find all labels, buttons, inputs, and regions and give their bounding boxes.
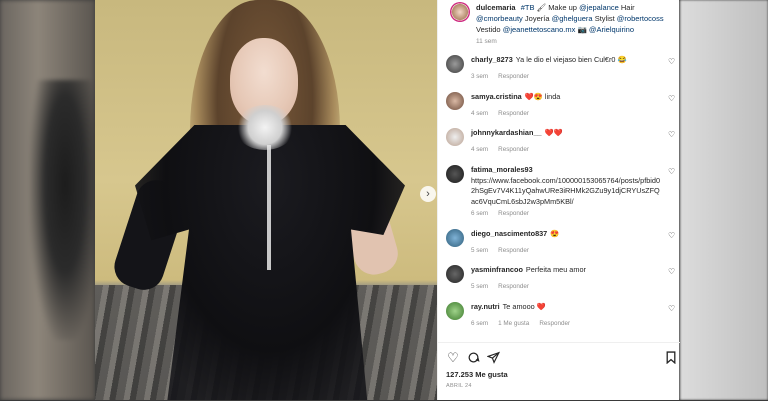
comment-meta: 4 sem Responder xyxy=(471,110,539,117)
caption-time: 11 sem xyxy=(476,38,497,45)
comment-username[interactable]: ray.nutri xyxy=(471,302,500,311)
mention-link[interactable]: @jeanettetoscano.mx xyxy=(503,25,576,34)
comment-username[interactable]: fatima_morales93 xyxy=(471,165,533,174)
comment-body: charly_8273 Ya le dio el viejaso bien Cul… xyxy=(471,55,661,66)
avatar[interactable] xyxy=(446,165,464,183)
backdrop-right xyxy=(680,0,768,400)
likes-count[interactable]: 127.253 Me gusta xyxy=(446,370,508,379)
list-item: johnnykardashian__ ❤️❤️ 4 sem Responder ♡ xyxy=(446,128,676,162)
comment-icon[interactable] xyxy=(466,351,480,365)
comment-text: linda xyxy=(544,92,561,101)
list-item: yasminfrancoo Perfeita meu amor 5 sem Resp… xyxy=(446,265,676,299)
caption-username[interactable]: dulcemaria xyxy=(476,3,516,12)
comment-body: diego_nascimento837 😍 xyxy=(471,229,661,240)
reply-button[interactable]: Responder xyxy=(498,146,529,153)
comment-meta: 4 sem Responder xyxy=(471,146,539,153)
comment-meta: 6 sem 1 Me gusta Responder xyxy=(471,320,580,327)
comment-time: 5 sem xyxy=(471,283,489,290)
comment-username[interactable]: charly_8273 xyxy=(471,55,513,64)
avatar[interactable] xyxy=(446,265,464,283)
hashtag-link[interactable]: #TB xyxy=(521,3,535,12)
emoji: ❤️ xyxy=(536,302,546,311)
comment-body: ray.nutri Te amooo ❤️ xyxy=(471,302,661,313)
emoji: 😍 xyxy=(550,229,560,238)
comment-time: 6 sem xyxy=(471,320,489,327)
reply-button[interactable]: Responder xyxy=(498,110,529,117)
emoji: ❤️❤️ xyxy=(544,128,563,137)
comment-body: fatima_morales93 https://www.facebook.com… xyxy=(471,165,661,207)
avatar[interactable] xyxy=(446,302,464,320)
comment-time: 4 sem xyxy=(471,146,489,153)
post-sidebar: dulcemaria #TB 🖌 Make up @jepalance Hair… xyxy=(437,0,680,401)
comment-time: 3 sem xyxy=(471,73,489,80)
caption-label: Stylist xyxy=(594,14,615,23)
share-icon[interactable] xyxy=(485,351,500,365)
camera-icon: 📷 xyxy=(577,25,587,34)
list-item: fatima_morales93 https://www.facebook.com… xyxy=(446,165,676,223)
avatar[interactable] xyxy=(446,128,464,146)
caption-label: Vestido xyxy=(476,25,501,34)
heart-icon[interactable]: ♡ xyxy=(668,231,675,240)
comment-meta: 5 sem Responder xyxy=(471,283,539,290)
post-date: ABRIL 24 xyxy=(446,383,472,389)
mention-link[interactable]: @ghelguera xyxy=(552,14,593,23)
comment-username[interactable]: diego_nascimento837 xyxy=(471,229,547,238)
comment-meta: 5 sem Responder xyxy=(471,247,539,254)
list-item: samya.cristina ❤️😍 linda 4 sem Responder ♡ xyxy=(446,92,676,126)
avatar[interactable] xyxy=(446,55,464,73)
necklace xyxy=(235,105,295,150)
comment-time: 4 sem xyxy=(471,110,489,117)
mention-link[interactable]: @cmorbeauty xyxy=(476,14,523,23)
mention-link[interactable]: @Arielquirino xyxy=(589,25,634,34)
comment-text: Perfeita meu amor xyxy=(525,265,586,274)
caption-label: Make up xyxy=(548,3,577,12)
heart-icon[interactable]: ♡ xyxy=(668,130,675,139)
comment-username[interactable]: johnnykardashian__ xyxy=(471,128,542,137)
comment-text: Ya le dio el viejaso bien Cul€r0 😂 xyxy=(515,55,627,64)
heart-icon[interactable]: ♡ xyxy=(668,57,675,66)
comment-body: johnnykardashian__ ❤️❤️ xyxy=(471,128,661,139)
heart-icon[interactable]: ♡ xyxy=(446,351,460,365)
comment-time: 5 sem xyxy=(471,247,489,254)
emoji: ❤️😍 xyxy=(524,92,543,101)
heart-icon[interactable]: ♡ xyxy=(668,304,675,313)
avatar[interactable] xyxy=(446,229,464,247)
heart-icon[interactable]: ♡ xyxy=(668,167,675,176)
comment-time: 6 sem xyxy=(471,210,489,217)
avatar[interactable] xyxy=(446,92,464,110)
caption-text: dulcemaria #TB 🖌 Make up @jepalance Hair… xyxy=(476,2,676,35)
comment-meta: 3 sem Responder xyxy=(471,73,539,80)
necklace-chain xyxy=(267,145,271,270)
mention-link[interactable]: @jepalance xyxy=(579,3,619,12)
list-item: ray.nutri Te amooo ❤️ 6 sem 1 Me gusta Resp… xyxy=(446,302,676,336)
backdrop-left xyxy=(0,0,100,400)
post-photo[interactable]: › xyxy=(95,0,437,400)
comment-likes[interactable]: 1 Me gusta xyxy=(498,320,529,327)
heart-icon[interactable]: ♡ xyxy=(668,267,675,276)
comment-username[interactable]: samya.cristina xyxy=(471,92,522,101)
instagram-post: › dulcemaria #TB 🖌 Make up @jepalance Ha… xyxy=(95,0,680,401)
mention-link[interactable]: @robertocoss xyxy=(617,14,664,23)
avatar[interactable] xyxy=(450,2,470,22)
reply-button[interactable]: Responder xyxy=(498,210,529,217)
comment-meta: 6 sem Responder xyxy=(471,210,539,217)
list-item: charly_8273 Ya le dio el viejaso bien Cul… xyxy=(446,55,676,89)
caption-label: Joyería xyxy=(524,14,550,23)
list-item: diego_nascimento837 😍 5 sem Responder ♡ xyxy=(446,229,676,263)
comment-text[interactable]: https://www.facebook.com/100000153065764… xyxy=(471,176,660,206)
brush-icon: 🖌 xyxy=(536,3,547,12)
action-bar: ♡ 127.253 Me gusta ABRIL 24 xyxy=(438,342,680,401)
bookmark-icon[interactable] xyxy=(664,351,678,365)
comment-body: samya.cristina ❤️😍 linda xyxy=(471,92,661,103)
chevron-right-icon[interactable]: › xyxy=(420,186,436,202)
reply-button[interactable]: Responder xyxy=(498,247,529,254)
caption-label: Hair xyxy=(620,3,635,12)
reply-button[interactable]: Responder xyxy=(498,283,529,290)
reply-button[interactable]: Responder xyxy=(498,73,529,80)
comment-body: yasminfrancoo Perfeita meu amor xyxy=(471,265,661,276)
comment-username[interactable]: yasminfrancoo xyxy=(471,265,523,274)
comment-text: Te amooo xyxy=(502,302,535,311)
reply-button[interactable]: Responder xyxy=(539,320,570,327)
heart-icon[interactable]: ♡ xyxy=(668,94,675,103)
